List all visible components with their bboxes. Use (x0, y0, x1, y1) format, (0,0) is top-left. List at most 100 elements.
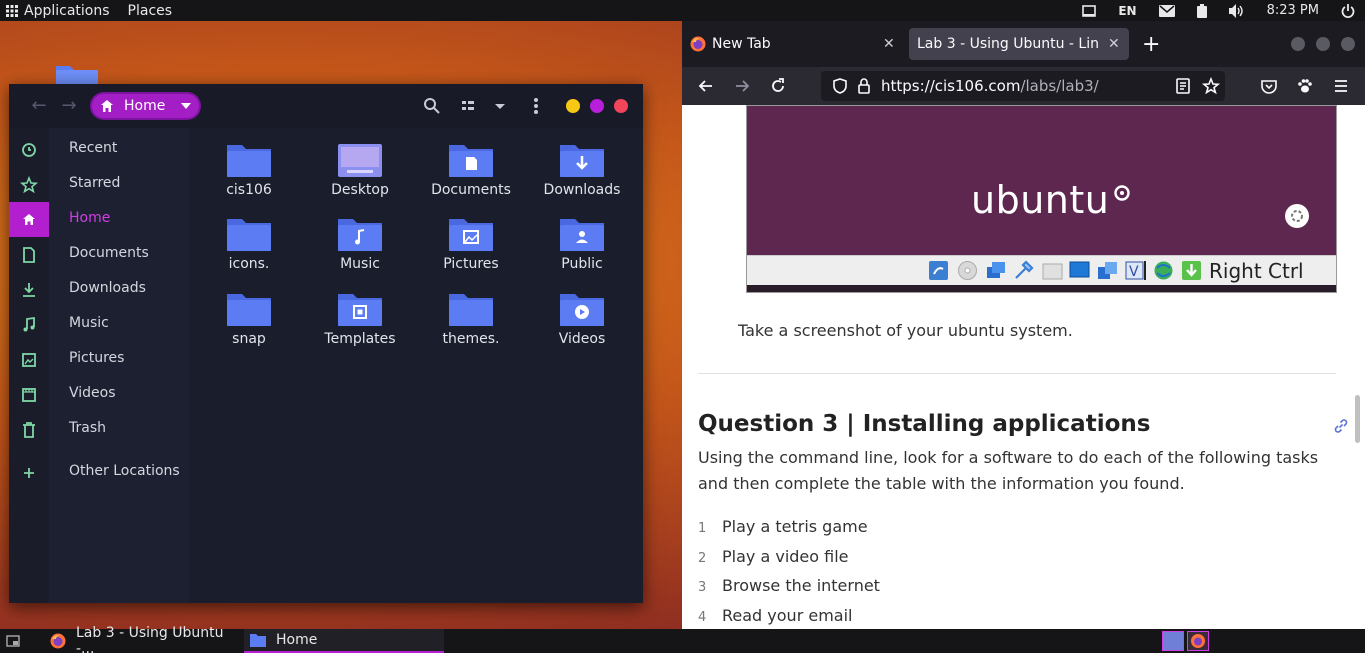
file-item-snap[interactable]: snap (193, 277, 305, 349)
tab-close-icon[interactable]: ✕ (1108, 36, 1120, 52)
taskbar-label: Home (276, 632, 318, 648)
extension-paw-icon[interactable] (1295, 76, 1315, 96)
mail-icon[interactable] (1158, 4, 1175, 17)
sidebar-item-documents[interactable]: Documents (9, 237, 189, 272)
forward-arrow-icon[interactable] (732, 76, 752, 96)
pocket-icon[interactable] (1259, 76, 1279, 96)
back-arrow-icon[interactable]: ← (29, 96, 49, 116)
file-item-pictures[interactable]: Pictures (415, 202, 527, 274)
sidebar-item-trash[interactable]: Trash (9, 412, 189, 447)
file-item-icons[interactable]: icons. (193, 202, 305, 274)
vm-host-key: Right Ctrl (1209, 259, 1304, 283)
maximize-button[interactable] (590, 99, 604, 113)
loading-spinner-icon (1285, 204, 1309, 228)
file-item-downloads[interactable]: Downloads (526, 128, 638, 200)
plus-icon (19, 463, 39, 483)
tab-new-tab[interactable]: New Tab ✕ (690, 28, 902, 60)
home-icon (9, 202, 49, 237)
file-item-cis106[interactable]: cis106 (193, 128, 305, 200)
maximize-button[interactable] (1316, 37, 1330, 51)
lock-icon[interactable] (854, 76, 874, 96)
reader-view-icon[interactable] (1173, 76, 1193, 96)
sidebar-item-other-locations[interactable]: Other Locations (9, 455, 189, 490)
task-list-item: 4 Read your email (698, 606, 852, 625)
sidebar-item-home[interactable]: Home (9, 202, 189, 237)
question-3-heading: Question 3 | Installing applications (698, 411, 1151, 437)
sidebar-item-downloads[interactable]: Downloads (9, 272, 189, 307)
page-scrollbar[interactable] (1355, 395, 1360, 443)
sidebar-item-label: Starred (69, 175, 121, 191)
path-dropdown-icon[interactable] (181, 103, 191, 109)
file-item-themes[interactable]: themes. (415, 277, 527, 349)
search-icon[interactable] (422, 96, 442, 116)
file-name: Pictures (443, 256, 499, 272)
desktop-folder-icon (337, 142, 383, 178)
firefox-icon (690, 36, 706, 52)
battery-icon[interactable] (1196, 3, 1207, 18)
path-bar-home[interactable]: Home (92, 94, 199, 118)
file-item-videos[interactable]: Videos (526, 277, 638, 349)
reload-icon[interactable] (768, 76, 788, 96)
file-item-templates[interactable]: Templates (304, 277, 416, 349)
view-options-dropdown-icon[interactable] (490, 96, 510, 116)
clock-icon (19, 140, 39, 160)
minimize-button[interactable] (566, 99, 580, 113)
clock[interactable]: 8:23 PM (1267, 3, 1319, 18)
taskbar-firefox[interactable]: Lab 3 - Using Ubuntu -... (44, 625, 244, 653)
applications-menu[interactable]: Applications (0, 0, 116, 21)
folder-icon (250, 633, 266, 647)
taskbar-home[interactable]: Home (244, 629, 444, 653)
star-icon (19, 175, 39, 195)
close-button[interactable] (614, 99, 628, 113)
path-label: Home (124, 98, 166, 114)
task-list-item: 1 Play a tetris game (698, 517, 868, 536)
sidebar-item-label: Recent (69, 140, 118, 156)
sidebar-item-videos[interactable]: Videos (9, 377, 189, 412)
folder-icon (448, 291, 494, 327)
file-item-music[interactable]: Music (304, 202, 416, 274)
tab-close-icon[interactable]: ✕ (883, 36, 895, 52)
vm-optical-icon (957, 260, 978, 281)
sidebar-item-starred[interactable]: Starred (9, 167, 189, 202)
power-icon[interactable] (1341, 3, 1355, 18)
view-list-icon[interactable] (459, 96, 479, 116)
trash-icon (19, 420, 39, 440)
file-name: Desktop (331, 182, 389, 198)
shield-icon[interactable] (830, 76, 850, 96)
hamburger-menu-icon[interactable] (1331, 76, 1351, 96)
file-manager-window: ← → Home Recent Starred Home Documents D… (9, 84, 643, 603)
minimize-button[interactable] (1291, 37, 1305, 51)
bookmark-star-icon[interactable] (1201, 76, 1221, 96)
file-item-public[interactable]: Public (526, 202, 638, 274)
new-tab-button[interactable]: + (1142, 28, 1160, 60)
taskbar-label: Lab 3 - Using Ubuntu -... (76, 625, 224, 653)
sidebar-item-pictures[interactable]: Pictures (9, 342, 189, 377)
file-item-documents[interactable]: Documents (415, 128, 527, 200)
file-name: snap (232, 331, 266, 347)
menu-kebab-icon[interactable] (526, 96, 546, 116)
task-text: Read your email (722, 606, 853, 625)
sidebar-item-recent[interactable]: Recent (9, 132, 189, 167)
places-menu[interactable]: Places (116, 0, 179, 21)
sidebar-item-label: Trash (69, 420, 106, 436)
file-item-desktop[interactable]: Desktop (304, 128, 416, 200)
url-bar[interactable]: https://cis106.com/labs/lab3/ (821, 71, 1225, 101)
music-icon (19, 315, 39, 335)
forward-arrow-icon[interactable]: → (59, 96, 79, 116)
window-list-icon[interactable] (1082, 4, 1097, 17)
vm-status-bar: V Right Ctrl (747, 255, 1336, 285)
show-desktop-button[interactable] (6, 629, 20, 653)
bottom-panel: Lab 3 - Using Ubuntu -... Home (0, 625, 1365, 653)
file-name: icons. (228, 256, 270, 272)
volume-icon[interactable] (1228, 3, 1245, 18)
back-arrow-icon[interactable] (696, 76, 716, 96)
workspace-2[interactable] (1187, 631, 1209, 651)
sidebar-item-music[interactable]: Music (9, 307, 189, 342)
vm-globe-icon (1153, 260, 1174, 281)
file-name: Music (340, 256, 380, 272)
close-button[interactable] (1341, 37, 1355, 51)
tab-lab3[interactable]: Lab 3 - Using Ubuntu - Linux ✕ (909, 28, 1129, 60)
anchor-link-icon[interactable] (1332, 417, 1350, 435)
keyboard-language[interactable]: EN (1118, 4, 1136, 18)
workspace-1[interactable] (1162, 631, 1184, 651)
